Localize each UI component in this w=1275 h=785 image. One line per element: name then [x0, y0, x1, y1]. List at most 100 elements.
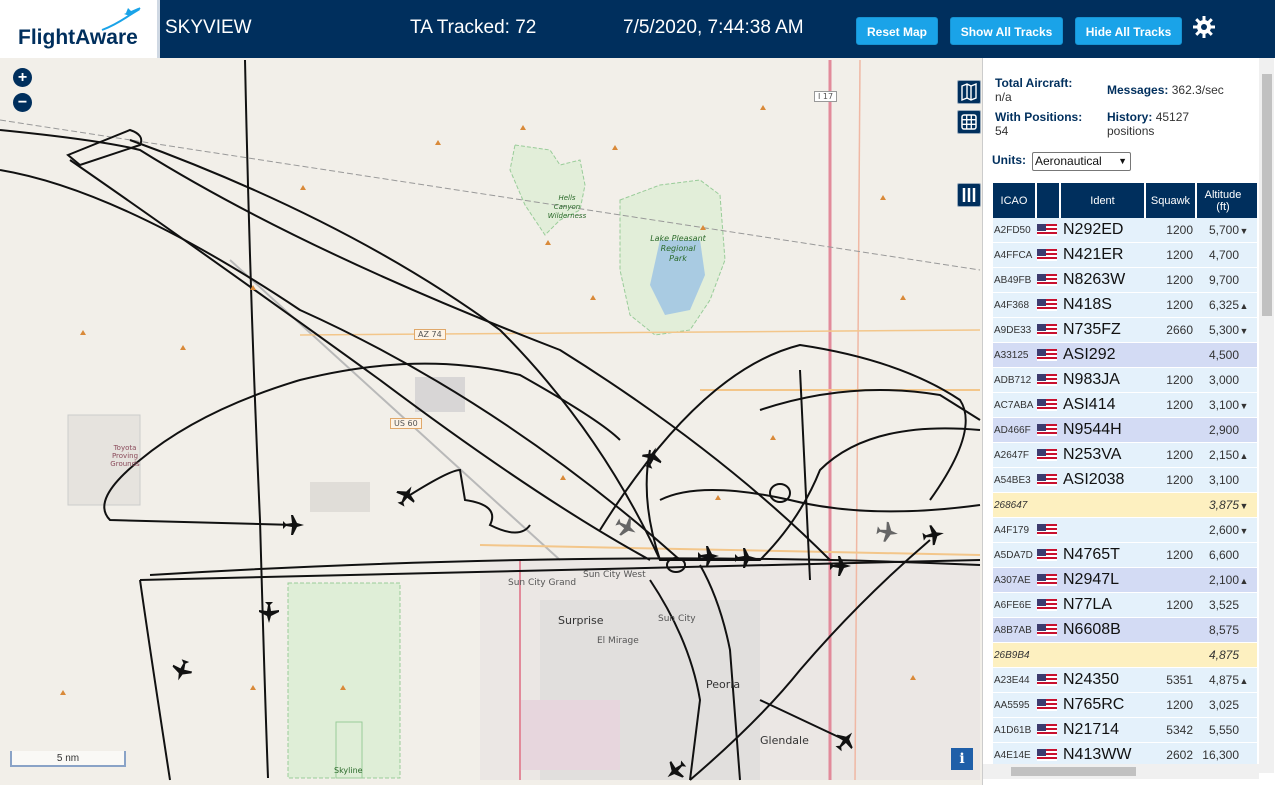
- table-row[interactable]: AD466F N9544H 2,900: [993, 418, 1257, 443]
- row-ident: N983JA: [1063, 371, 1120, 388]
- chevron-down-icon: ▼: [1118, 156, 1127, 166]
- map-label-glendale: Glendale: [760, 734, 809, 747]
- aircraft-table: ICAO Ident Squawk Altitude (ft) A2FD50 N2…: [993, 183, 1257, 768]
- grid-toggle-button[interactable]: [957, 110, 981, 134]
- map-canvas[interactable]: [0, 58, 982, 785]
- table-row[interactable]: A6FE6E N77LA 1200 3,525: [993, 593, 1257, 618]
- table-row[interactable]: A307AE N2947L 2,100▲: [993, 568, 1257, 593]
- col-altitude[interactable]: Altitude (ft): [1197, 183, 1249, 218]
- row-flag: [1037, 624, 1061, 636]
- row-altitude: 5,300▼: [1197, 323, 1249, 337]
- row-altitude: 3,100▼: [1197, 398, 1249, 412]
- map-layers-button[interactable]: [957, 80, 981, 104]
- row-icao: A6FE6E: [994, 599, 1032, 611]
- vertical-rate-arrow-icon: ▼: [1239, 401, 1249, 411]
- table-row[interactable]: A2FD50 N292ED 1200 5,700▼: [993, 218, 1257, 243]
- row-altitude: 9,700: [1197, 273, 1249, 287]
- row-altitude: 2,600▼: [1197, 523, 1249, 537]
- table-row[interactable]: AB49FB N8263W 1200 9,700: [993, 268, 1257, 293]
- horizontal-scrollbar-thumb[interactable]: [1011, 767, 1136, 776]
- vertical-scrollbar-thumb[interactable]: [1262, 74, 1272, 316]
- map-label-peoria: Peoria: [706, 678, 741, 691]
- us-flag-icon: [1037, 324, 1057, 336]
- row-altitude: 2,150▲: [1197, 448, 1249, 462]
- us-flag-icon: [1037, 724, 1057, 736]
- altitude-value: 3,000: [1208, 373, 1239, 387]
- table-header: ICAO Ident Squawk Altitude (ft): [993, 183, 1257, 218]
- table-row[interactable]: A33125 ASI292 4,500: [993, 343, 1257, 368]
- map-label-i17: I 17: [814, 91, 838, 102]
- row-flag: [1037, 399, 1061, 411]
- row-flag: [1037, 524, 1061, 536]
- table-row[interactable]: A8B7AB N6608B 8,575: [993, 618, 1257, 643]
- altitude-value: 2,900: [1208, 423, 1239, 437]
- table-row[interactable]: A2647F N253VA 1200 2,150▲: [993, 443, 1257, 468]
- table-row[interactable]: A9DE33 N735FZ 2660 5,300▼: [993, 318, 1257, 343]
- col-squawk[interactable]: Squawk: [1146, 183, 1197, 218]
- map-view[interactable]: Hells Canyon Wilderness Lake Pleasant Re…: [0, 58, 982, 785]
- table-row[interactable]: A54BE3 ASI2038 1200 3,100: [993, 468, 1257, 493]
- row-altitude: 5,550: [1197, 723, 1249, 737]
- row-altitude: 4,875▲: [1197, 673, 1249, 687]
- row-altitude: 4,700: [1197, 248, 1249, 262]
- row-flag: [1037, 424, 1061, 436]
- altitude-value: 9,700: [1208, 273, 1239, 287]
- vertical-rate-arrow-icon: ▲: [1239, 676, 1249, 686]
- gear-icon[interactable]: [1192, 15, 1216, 39]
- table-row[interactable]: A4FFCA N421ER 1200 4,700: [993, 243, 1257, 268]
- row-squawk: 1200: [1166, 273, 1193, 287]
- col-ident[interactable]: Ident: [1061, 183, 1146, 218]
- row-ident: N292ED: [1063, 221, 1124, 238]
- row-altitude: 3,525: [1197, 598, 1249, 612]
- row-flag: [1037, 274, 1061, 286]
- map-label-us60: US 60: [390, 418, 422, 429]
- row-flag: [1037, 724, 1061, 736]
- aircraft-panel: Total Aircraft: n/a Messages: 362.3/sec …: [982, 58, 1275, 785]
- table-row[interactable]: AC7ABA ASI414 1200 3,100▼: [993, 393, 1257, 418]
- us-flag-icon: [1037, 374, 1057, 386]
- column-toggle-button[interactable]: [957, 183, 981, 207]
- row-squawk: 5342: [1166, 723, 1193, 737]
- col-icao[interactable]: ICAO: [993, 183, 1037, 218]
- map-info-button[interactable]: i: [951, 748, 973, 770]
- total-aircraft-stat: Total Aircraft: n/a: [995, 76, 1072, 104]
- col-flag[interactable]: [1037, 183, 1061, 218]
- altitude-value: 2,600: [1208, 523, 1239, 537]
- us-flag-icon: [1037, 599, 1057, 611]
- hide-all-tracks-button[interactable]: Hide All Tracks: [1075, 17, 1182, 45]
- row-flag: [1037, 549, 1061, 561]
- altitude-value: 3,875: [1208, 498, 1239, 512]
- altitude-value: 4,875: [1208, 648, 1239, 662]
- flightaware-logo[interactable]: FlightAware: [0, 0, 160, 58]
- table-row[interactable]: A1D61B N21714 5342 5,550: [993, 718, 1257, 743]
- table-row[interactable]: ADB712 N983JA 1200 3,000: [993, 368, 1257, 393]
- row-ident: N418S: [1063, 296, 1112, 313]
- row-altitude: 2,100▲: [1197, 573, 1249, 587]
- row-altitude: 4,875: [1197, 648, 1249, 662]
- table-row[interactable]: A4F368 N418S 1200 6,325▲: [993, 293, 1257, 318]
- row-ident: ASI2038: [1063, 471, 1125, 488]
- table-row[interactable]: 268647 3,875▼: [993, 493, 1257, 518]
- row-icao: A54BE3: [994, 474, 1031, 486]
- map-label-sun-city: Sun City: [658, 614, 696, 624]
- positions-stat: With Positions: 54: [995, 110, 1082, 138]
- zoom-out-button[interactable]: −: [13, 93, 32, 112]
- row-flag: [1037, 299, 1061, 311]
- reset-map-button[interactable]: Reset Map: [856, 17, 938, 45]
- zoom-in-button[interactable]: +: [13, 68, 32, 87]
- messages-label: Messages:: [1107, 83, 1169, 97]
- history-label: History:: [1107, 110, 1153, 124]
- messages-stat: Messages: 362.3/sec: [1107, 83, 1224, 97]
- show-all-tracks-button[interactable]: Show All Tracks: [950, 17, 1063, 45]
- table-row[interactable]: AA5595 N765RC 1200 3,025: [993, 693, 1257, 718]
- table-row[interactable]: A23E44 N24350 5351 4,875▲: [993, 668, 1257, 693]
- altitude-value: 16,300: [1202, 748, 1239, 762]
- map-label-lake-pleasant: Lake Pleasant Regional Park: [650, 234, 706, 263]
- table-row[interactable]: A4F179 2,600▼: [993, 518, 1257, 543]
- units-select[interactable]: Aeronautical ▼: [1032, 152, 1131, 171]
- altitude-value: 2,100: [1208, 573, 1239, 587]
- table-row[interactable]: 26B9B4 4,875: [993, 643, 1257, 668]
- map-label-hells-canyon: Hells Canyon Wilderness: [547, 194, 587, 220]
- us-flag-icon: [1037, 224, 1057, 236]
- table-row[interactable]: A5DA7D N4765T 1200 6,600: [993, 543, 1257, 568]
